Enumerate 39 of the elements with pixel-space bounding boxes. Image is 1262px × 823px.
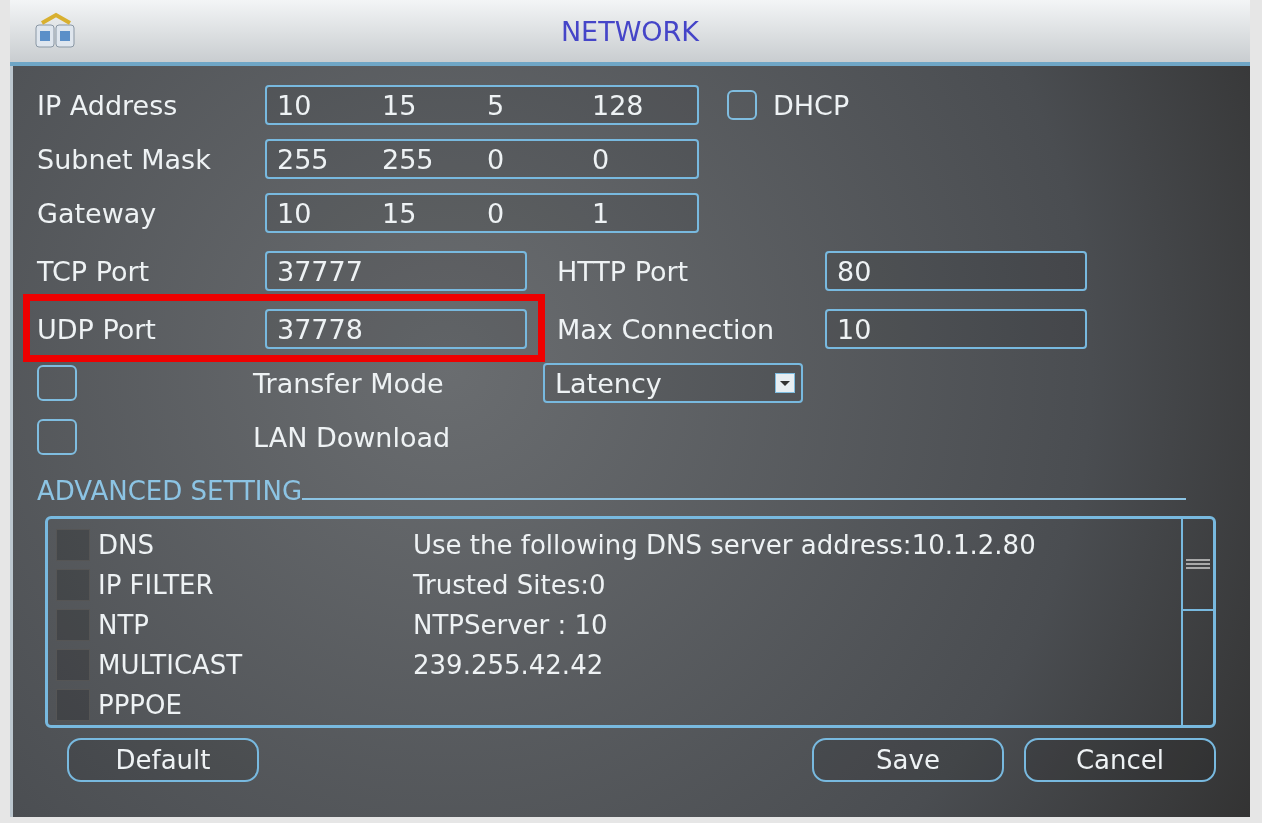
checkbox-label: Transfer Mode: [253, 367, 445, 399]
dialog-button[interactable]: Default: [67, 738, 259, 782]
transfer-mode-dropdown[interactable]: Latency: [543, 363, 803, 403]
port-field[interactable]: 37778: [265, 309, 527, 349]
section-title: ADVANCED SETTING: [37, 476, 303, 506]
network-computers-icon: [34, 11, 78, 51]
ip-address-field[interactable]: 10 15 0 1: [265, 193, 699, 233]
field-label: IP Address: [37, 89, 179, 121]
port-field[interactable]: 37777: [265, 251, 527, 291]
list-item[interactable]: MULTICAST: [98, 650, 413, 680]
list-item[interactable]: IP FILTER: [98, 570, 413, 600]
lan-download-checkbox[interactable]: [37, 419, 77, 455]
checkbox-label: DHCP: [773, 89, 850, 121]
grip-icon: [1186, 559, 1210, 569]
list-item[interactable]: NTP: [98, 610, 413, 640]
window-title: NETWORK: [559, 15, 701, 47]
dialog-button[interactable]: Save: [812, 738, 1004, 782]
item-detail: Use the following DNS server address:10.1.2.80: [413, 530, 1036, 560]
ip-address-field[interactable]: 10 15 5 128: [265, 85, 699, 125]
dialog-button[interactable]: Cancel: [1024, 738, 1216, 782]
item-detail: 239.255.42.42: [413, 650, 604, 680]
field-label: Gateway: [37, 197, 158, 229]
item-detail: Trusted Sites:0: [413, 570, 606, 600]
list-item[interactable]: DNS: [98, 530, 413, 560]
port-field[interactable]: 10: [825, 309, 1087, 349]
list-item[interactable]: PPPOE: [98, 690, 413, 720]
port-field[interactable]: 80: [825, 251, 1087, 291]
field-label: Max Connection: [557, 313, 776, 345]
ip-address-field[interactable]: 255 255 0 0: [265, 139, 699, 179]
item-detail: NTPServer : 10: [413, 610, 608, 640]
caret-icon: [775, 373, 795, 393]
field-label: TCP Port: [37, 255, 151, 287]
transfer-mode-checkbox[interactable]: [37, 365, 77, 401]
checkbox-label: LAN Download: [253, 421, 452, 453]
dhcp-checkbox[interactable]: [727, 90, 757, 120]
scrollbar[interactable]: [1181, 519, 1213, 725]
field-label: Subnet Mask: [37, 143, 212, 175]
field-label: UDP Port: [37, 313, 157, 345]
field-label: HTTP Port: [557, 255, 690, 287]
